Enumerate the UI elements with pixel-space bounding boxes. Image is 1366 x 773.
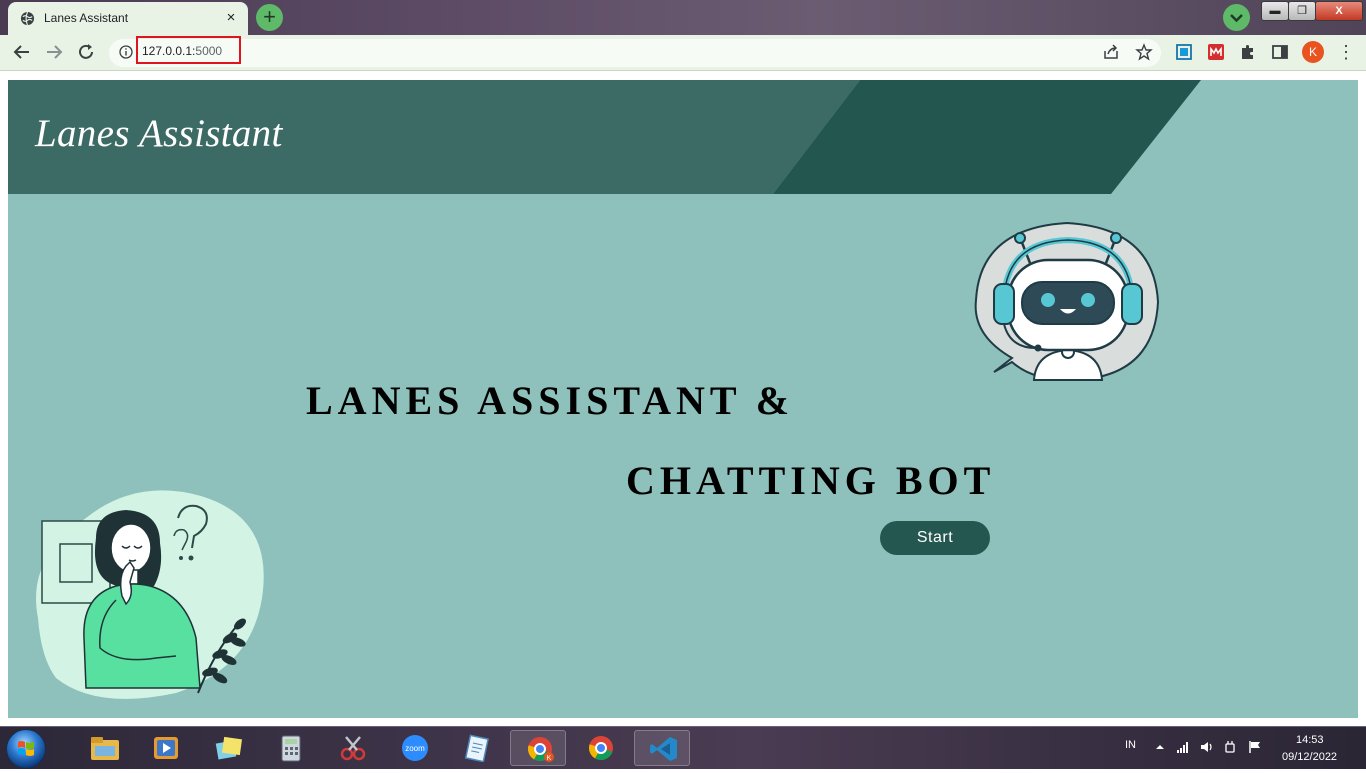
zoom-icon: zoom	[402, 735, 428, 761]
clock-time[interactable]: 14:53	[1296, 734, 1324, 746]
new-tab-button[interactable]: +	[256, 4, 283, 31]
bookmark-star-icon[interactable]	[1135, 43, 1153, 61]
taskbar-chrome-profile[interactable]: K	[510, 730, 566, 766]
calculator-icon	[281, 735, 301, 762]
profile-avatar[interactable]: K	[1302, 41, 1324, 63]
site-brand-title: Lanes Assistant	[35, 112, 283, 155]
network-signal-icon[interactable]	[1176, 740, 1190, 754]
windows-taskbar: zoom K IN 14:53 09/12/2022	[0, 726, 1366, 769]
show-hidden-icons-icon[interactable]	[1153, 740, 1167, 754]
screen-capture-extension-icon[interactable]	[1175, 43, 1193, 61]
window-minimize-button[interactable]: ▬	[1261, 1, 1289, 21]
side-panel-icon[interactable]	[1271, 43, 1289, 61]
site-info-icon[interactable]	[119, 45, 133, 59]
tab-close-icon[interactable]: ×	[222, 9, 240, 27]
browser-tab[interactable]: Lanes Assistant ×	[8, 2, 248, 35]
svg-text:zoom: zoom	[405, 744, 425, 753]
forward-arrow-icon[interactable]	[44, 42, 64, 62]
url-port: 5000	[195, 44, 223, 58]
taskbar-vscode[interactable]	[634, 730, 690, 766]
chrome-icon	[589, 736, 613, 760]
scissors-icon	[340, 736, 366, 761]
sticky-notes-icon	[215, 736, 243, 760]
taskbar-media-player[interactable]	[137, 730, 193, 766]
back-arrow-icon[interactable]	[12, 42, 32, 62]
browser-title-bar: Lanes Assistant × + ▬ ❐ X	[0, 0, 1366, 35]
taskbar-snipping-tool[interactable]	[324, 730, 380, 766]
clock-date[interactable]: 09/12/2022	[1282, 751, 1337, 763]
thinking-woman-illustration	[36, 490, 264, 699]
windows-logo-icon	[18, 741, 34, 756]
start-button[interactable]: Start	[880, 521, 990, 555]
taskbar-chrome[interactable]	[572, 730, 628, 766]
address-bar[interactable]	[109, 39, 1161, 67]
svg-text:K: K	[547, 755, 552, 762]
taskbar-zoom[interactable]: zoom	[386, 730, 442, 766]
vscode-icon	[650, 737, 677, 761]
tab-title: Lanes Assistant	[44, 11, 129, 25]
chevron-down-icon	[1230, 14, 1243, 23]
media-player-icon	[154, 737, 178, 759]
volume-icon[interactable]	[1200, 740, 1214, 754]
url-host: 127.0.0.1:	[142, 44, 196, 58]
page-content: Lanes Assistant LANES ASSISTANT & CHATTI…	[8, 80, 1358, 718]
taskbar-file-explorer[interactable]	[76, 730, 132, 766]
chatbot-robot-illustration	[974, 221, 1160, 382]
notepad-icon	[464, 734, 489, 762]
taskbar-sticky-notes[interactable]	[200, 730, 256, 766]
taskbar-calculator[interactable]	[262, 730, 318, 766]
chrome-icon: K	[528, 737, 554, 762]
hero-heading-line-1: LANES ASSISTANT &	[306, 378, 795, 423]
share-icon[interactable]	[1102, 43, 1120, 61]
extensions-puzzle-icon[interactable]	[1239, 43, 1257, 61]
power-plug-icon[interactable]	[1223, 740, 1237, 754]
windows-start-button[interactable]	[6, 729, 46, 769]
hero-heading-line-2: CHATTING BOT	[626, 458, 996, 503]
tab-search-button[interactable]	[1223, 4, 1250, 31]
taskbar-notepad[interactable]	[448, 730, 504, 766]
url-text[interactable]: 127.0.0.1:5000	[142, 44, 222, 58]
reload-icon[interactable]	[76, 42, 96, 62]
window-maximize-button[interactable]: ❐	[1288, 1, 1316, 21]
folder-icon	[91, 737, 119, 760]
browser-menu-icon[interactable]: ⋮	[1336, 41, 1356, 63]
input-language-indicator[interactable]: IN	[1125, 739, 1136, 751]
window-close-button[interactable]: X	[1315, 1, 1363, 21]
globe-icon	[20, 11, 35, 26]
action-center-flag-icon[interactable]	[1248, 740, 1262, 754]
red-extension-icon[interactable]	[1207, 43, 1225, 61]
